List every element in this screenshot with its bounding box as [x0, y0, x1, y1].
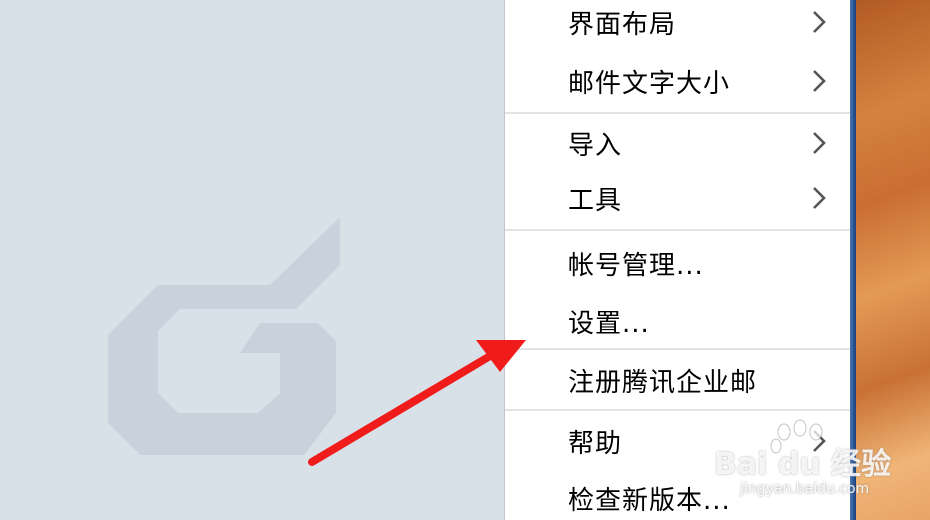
chevron-right-icon [813, 187, 826, 209]
chevron-right-icon [813, 70, 826, 92]
baidu-url-text: jingyan.baidu.com [740, 481, 870, 497]
menu-item-account-management[interactable]: 帐号管理... [505, 237, 850, 287]
menu-item-import[interactable]: 导入 [505, 117, 850, 167]
menu-item-label: 检查新版本... [568, 486, 731, 516]
menu-item-label: 帐号管理... [568, 251, 704, 281]
chevron-right-icon [813, 132, 826, 154]
menu-separator [505, 229, 850, 231]
menu-item-label: 帮助 [568, 429, 623, 459]
menu-item-mail-font-size[interactable]: 邮件文字大小 [505, 55, 850, 105]
baidu-brand-text: Bai du 经验 [714, 447, 892, 482]
menu-item-settings[interactable]: 设置... [505, 295, 850, 345]
chevron-right-icon [813, 11, 826, 33]
menu-separator [505, 409, 850, 411]
menu-item-layout[interactable]: 界面布局 [505, 0, 850, 46]
menu-item-tools[interactable]: 工具 [505, 172, 850, 222]
menu-separator [505, 112, 850, 114]
menu-item-label: 工具 [568, 186, 623, 216]
menu-item-register-exmail[interactable]: 注册腾讯企业邮 [505, 354, 850, 404]
menu-separator [505, 348, 850, 350]
app-background [0, 0, 504, 520]
menu-item-label: 设置... [568, 309, 650, 339]
menu-item-label: 注册腾讯企业邮 [568, 368, 758, 398]
foxmail-g-logo-icon [108, 217, 340, 455]
menu-item-label: 邮件文字大小 [568, 69, 731, 99]
menu-item-label: 界面布局 [568, 10, 677, 40]
menu-item-label: 导入 [568, 131, 623, 161]
